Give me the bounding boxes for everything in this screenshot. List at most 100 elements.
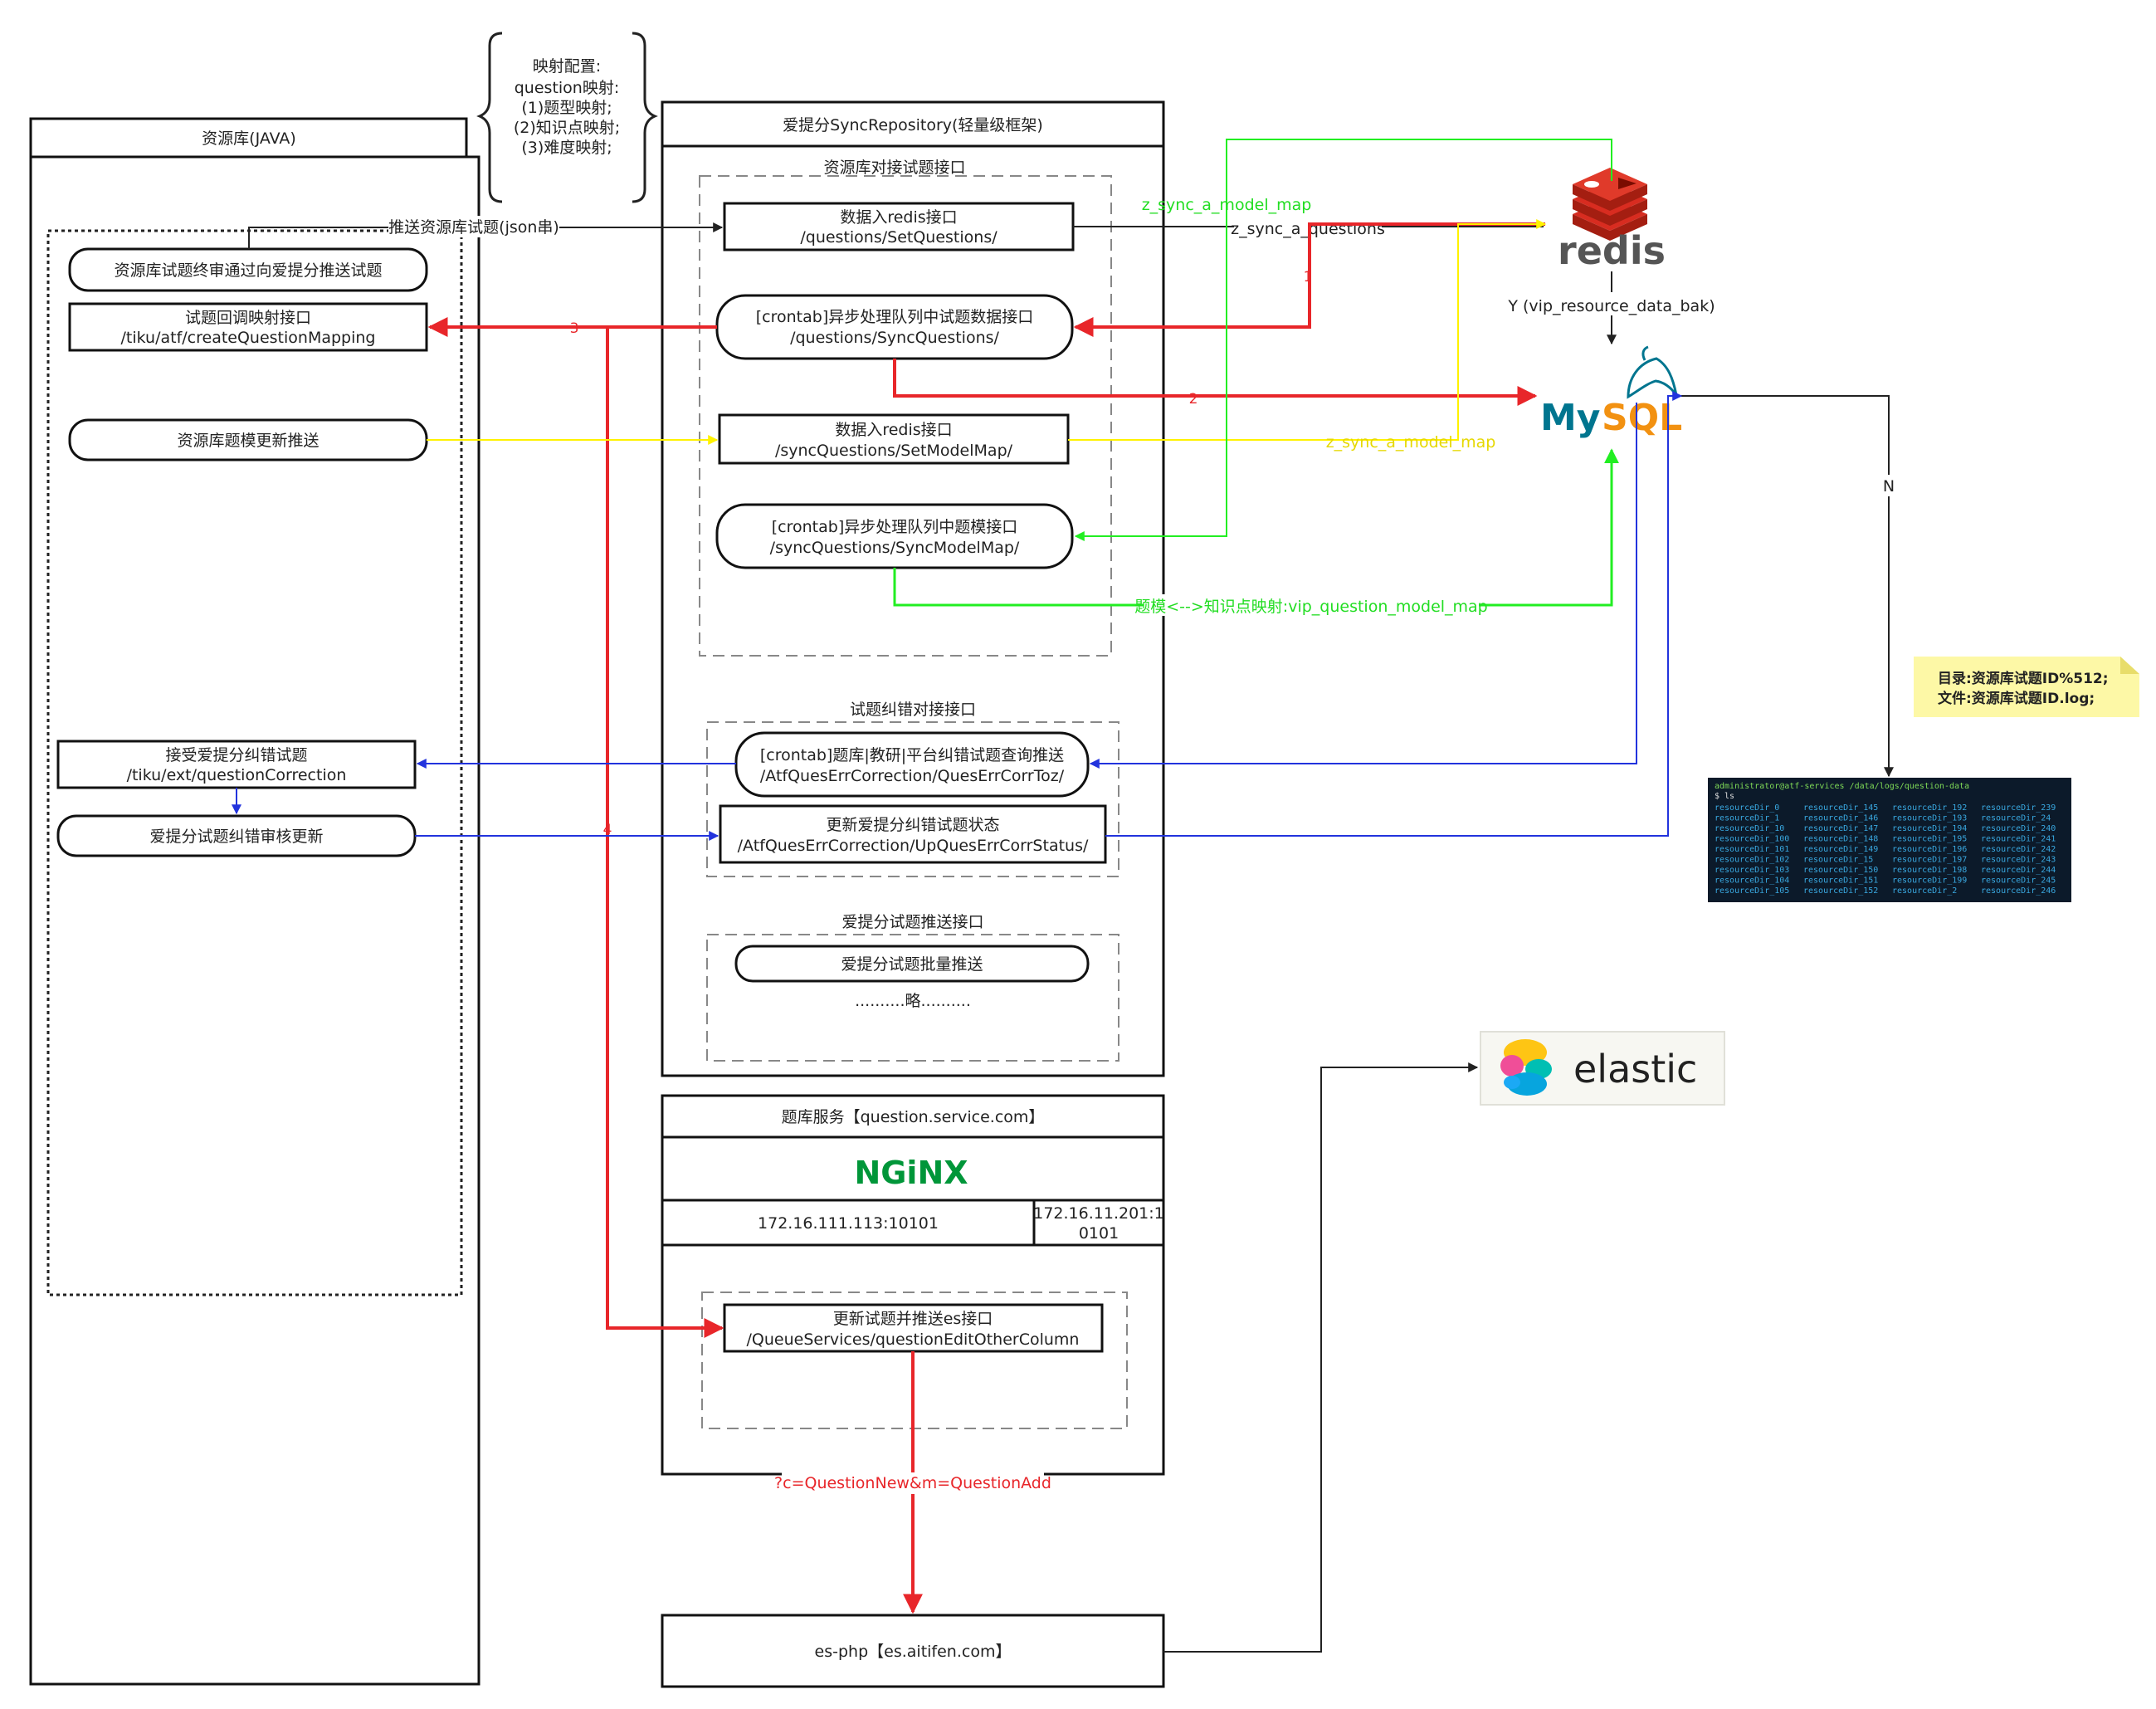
terminal-entry: resourceDir_199 xyxy=(1892,876,1967,886)
terminal-entry: resourceDir_2 xyxy=(1892,886,1957,896)
terminal-entry: resourceDir_1 xyxy=(1715,814,1779,823)
node-sync-questions xyxy=(715,294,1074,360)
mysql-logo-my: My xyxy=(1540,397,1600,439)
node-set-model-map-l1: 数据入redis接口 xyxy=(835,421,952,439)
terminal-entry: resourceDir_242 xyxy=(1981,845,2056,854)
edge-label-model-kp: 题模<-->知识点映射:vip_question_model_map xyxy=(1134,598,1488,616)
right-brace xyxy=(632,32,658,203)
mapping-note-line: (1)题型映射; xyxy=(521,99,612,117)
terminal-entry: resourceDir_195 xyxy=(1892,835,1967,844)
edge-label-y-bak: Y (vip_resource_data_bak) xyxy=(1507,297,1715,315)
edge-es-php-elastic xyxy=(1163,1062,1479,1653)
node-question-edit-l1: 更新试题并推送es接口 xyxy=(833,1310,993,1328)
terminal-entry: resourceDir_101 xyxy=(1715,845,1789,854)
resource-lib-panel xyxy=(29,155,480,1686)
terminal-entry: resourceDir_104 xyxy=(1715,876,1789,886)
elastic-icon xyxy=(1500,1039,1552,1096)
edge-label-n: N xyxy=(1883,477,1895,496)
mapping-note-line: (2)知识点映射; xyxy=(514,119,620,137)
node-accept-correction-l1: 接受爱提分纠错试题 xyxy=(165,746,307,764)
node-up-ques-err-corr-status-l1: 更新爱提分纠错试题状态 xyxy=(826,816,999,834)
architecture-diagram: 资源库(JAVA) 资源库试题终审通过向爱提分推送试题 试题回调映射接口 /ti… xyxy=(29,32,2139,1688)
group-push-api-title: 爱提分试题推送接口 xyxy=(841,913,983,931)
node-ques-err-corr-toz xyxy=(734,731,1090,798)
node-template-push-label: 资源库题模更新推送 xyxy=(177,432,319,450)
node-review-push-label: 资源库试题终审通过向爱提分推送试题 xyxy=(114,261,382,280)
terminal-entry: resourceDir_192 xyxy=(1892,803,1967,813)
edge-mysql-log xyxy=(1680,395,1894,778)
terminal-entry: resourceDir_246 xyxy=(1981,886,2056,896)
nginx-logo: NGiNX xyxy=(854,1155,968,1191)
sticky-note-fold xyxy=(2120,657,2139,674)
node-set-model-map-l2: /syncQuestions/SetModelMap/ xyxy=(775,442,1013,460)
edge-label-z-sync-model-map: z_sync_a_model_map xyxy=(1142,196,1312,214)
edge-label-z-sync-model-map-2: z_sync_a_model_map xyxy=(1326,433,1496,452)
terminal-entry: resourceDir_152 xyxy=(1803,886,1878,896)
terminal-entry: resourceDir_15 xyxy=(1803,856,1873,865)
terminal-entry: resourceDir_0 xyxy=(1715,803,1779,813)
resource-lib-title: 资源库(JAVA) xyxy=(202,129,296,148)
node-sync-questions-l2: /questions/SyncQuestions/ xyxy=(790,329,999,347)
node-up-ques-err-corr-status-l2: /AtfQuesErrCorrection/UpQuesErrCorrStatu… xyxy=(738,837,1089,855)
omitted-text: ..........略.......... xyxy=(855,992,971,1010)
terminal-entry: resourceDir_103 xyxy=(1715,866,1789,875)
node-callback-mapping-l1: 试题回调映射接口 xyxy=(185,309,311,327)
sticky-note-line1: 目录:资源库试题ID%512; xyxy=(1938,670,2109,687)
terminal-entry: resourceDir_10 xyxy=(1715,824,1784,833)
node-sync-questions-l1: [crontab]异步处理队列中试题数据接口 xyxy=(756,308,1034,326)
terminal-entry: resourceDir_196 xyxy=(1892,845,1967,854)
elastic-logo-text: elastic xyxy=(1573,1047,1697,1091)
sync-repo-title: 爱提分SyncRepository(轻量级框架) xyxy=(783,116,1043,134)
node-ques-err-corr-toz-l2: /AtfQuesErrCorrection/QuesErrCorrToz/ xyxy=(760,767,1065,785)
terminal-prompt: $ ls xyxy=(1715,792,1734,801)
left-brace xyxy=(476,32,503,203)
terminal-header: administrator@atf-services /data/logs/qu… xyxy=(1715,782,1969,791)
node-set-questions-l2: /questions/SetQuestions/ xyxy=(800,228,998,247)
mapping-note-line: (3)难度映射; xyxy=(521,139,612,157)
node-ques-err-corr-toz-l1: [crontab]题库|教研|平台纠错试题查询推送 xyxy=(760,746,1064,764)
terminal-entry: resourceDir_194 xyxy=(1892,824,1967,833)
edge-label-query: ?c=QuestionNew&m=QuestionAdd xyxy=(774,1474,1051,1492)
edge-label-2: 2 xyxy=(1189,391,1198,408)
ip2-label-l2: 0101 xyxy=(1079,1224,1119,1243)
terminal-entry: resourceDir_105 xyxy=(1715,886,1789,896)
edge-label-push-json: 推送资源库试题(json串) xyxy=(388,218,559,237)
terminal-entry: resourceDir_149 xyxy=(1803,845,1878,854)
node-sync-model-map-l1: [crontab]异步处理队列中题模接口 xyxy=(772,518,1018,536)
edge-blue-mysql-corr xyxy=(1089,403,1637,769)
terminal-entry: resourceDir_243 xyxy=(1981,856,2056,865)
node-callback-mapping-l2: /tiku/atf/createQuestionMapping xyxy=(120,329,375,347)
mysql-dolphin-icon xyxy=(1627,345,1678,399)
node-sync-model-map xyxy=(715,503,1074,569)
terminal-entry: resourceDir_102 xyxy=(1715,856,1789,865)
group-correction-api-title: 试题纠错对接接口 xyxy=(850,701,976,719)
redis-logo-text: redis xyxy=(1558,228,1666,273)
node-accept-correction-l2: /tiku/ext/questionCorrection xyxy=(127,766,347,784)
terminal-entry: resourceDir_239 xyxy=(1981,803,2056,813)
terminal-entry: resourceDir_245 xyxy=(1981,876,2056,886)
terminal-entry: resourceDir_145 xyxy=(1803,803,1878,813)
node-audit-update-label: 爱提分试题纠错审核更新 xyxy=(149,828,323,846)
ip1-label: 172.16.111.113:10101 xyxy=(758,1214,939,1233)
node-sync-model-map-l2: /syncQuestions/SyncModelMap/ xyxy=(770,539,1020,557)
node-question-edit-l2: /QueueServices/questionEditOtherColumn xyxy=(747,1331,1080,1349)
group-question-api-title: 资源库对接试题接口 xyxy=(823,159,965,177)
ip2-label-l1: 172.16.11.201:1 xyxy=(1033,1204,1164,1223)
terminal-entry: resourceDir_244 xyxy=(1981,866,2056,875)
mysql-logo-sql: SQL xyxy=(1602,397,1682,439)
terminal-entry: resourceDir_241 xyxy=(1981,835,2056,844)
sticky-note-line2: 文件:资源库试题ID.log; xyxy=(1938,690,2095,707)
terminal-entry: resourceDir_147 xyxy=(1803,824,1878,833)
node-batch-push-label: 爱提分试题批量推送 xyxy=(841,955,983,974)
terminal-entry: resourceDir_240 xyxy=(1981,824,2056,833)
terminal-entry: resourceDir_193 xyxy=(1892,814,1967,823)
mapping-note-line: question映射: xyxy=(515,79,620,97)
terminal-entry: resourceDir_197 xyxy=(1892,856,1967,865)
edge-label-1: 1 xyxy=(1304,269,1313,286)
sync-repo-panel xyxy=(661,144,1165,1077)
terminal-entry: resourceDir_100 xyxy=(1715,835,1789,844)
edge-label-3: 3 xyxy=(570,320,579,337)
es-php-label: es-php【es.aitifen.com】 xyxy=(815,1643,1012,1661)
terminal-entry: resourceDir_151 xyxy=(1803,876,1878,886)
qservice-title: 题库服务【question.service.com】 xyxy=(782,1108,1045,1126)
